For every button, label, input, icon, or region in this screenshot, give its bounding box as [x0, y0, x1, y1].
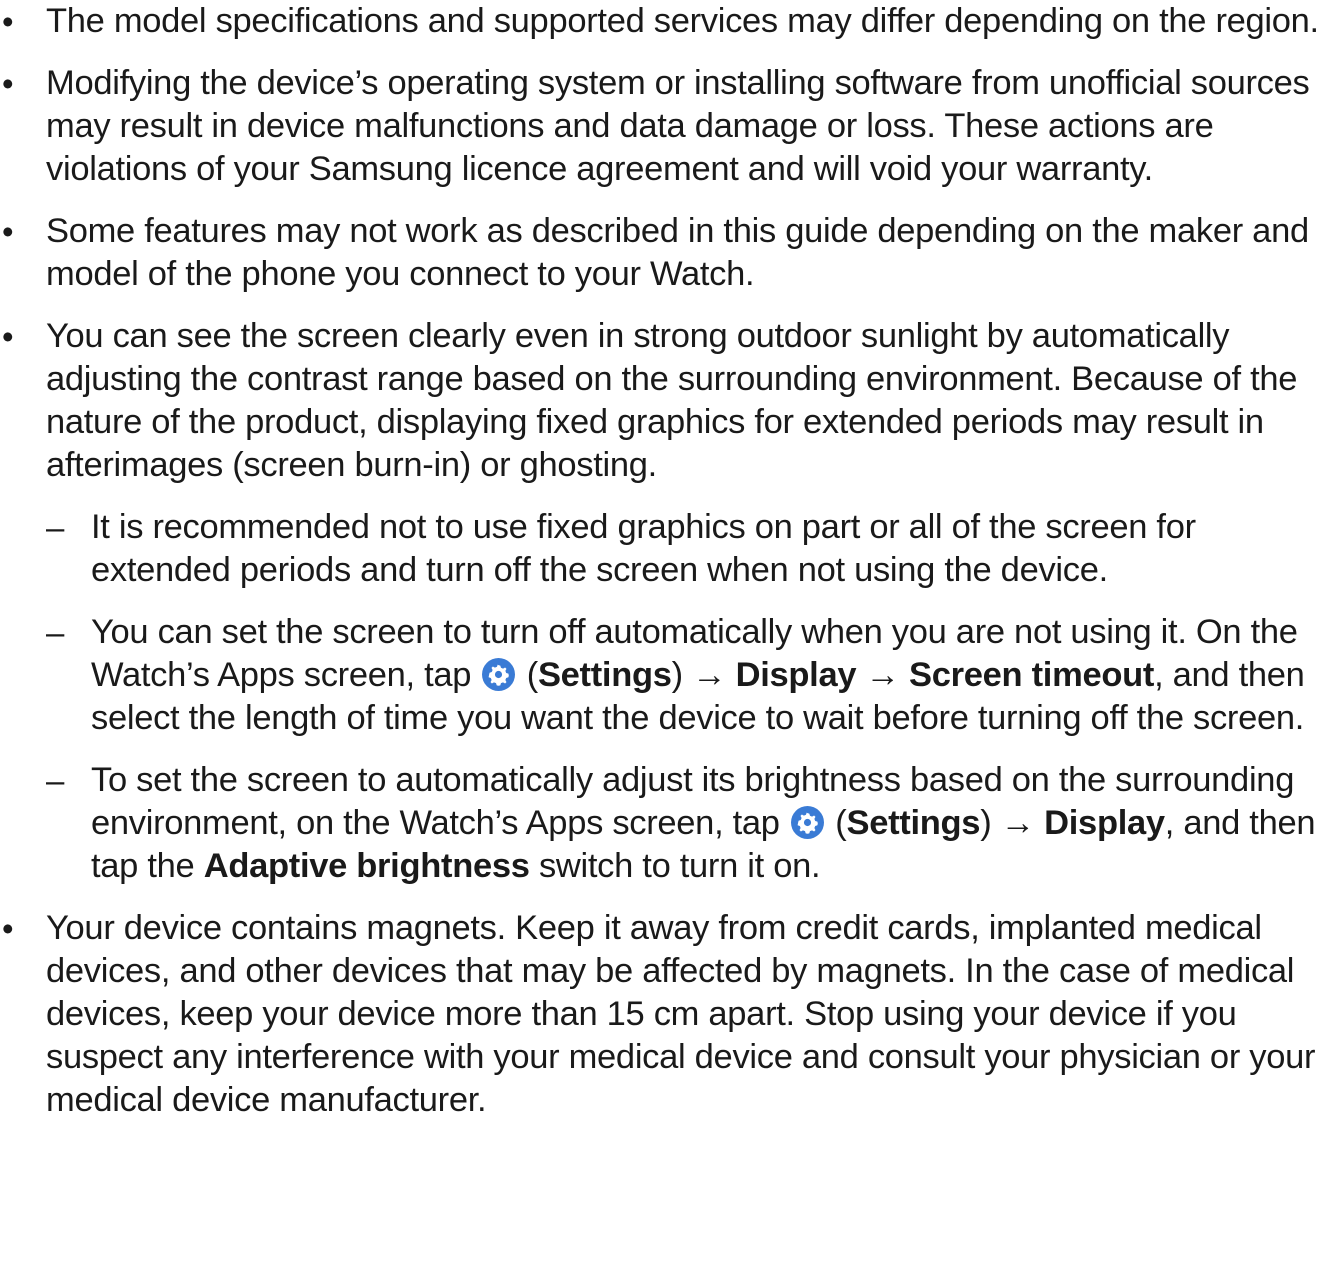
sub-list-item-text: To set the screen to automatically adjus…: [91, 759, 1337, 888]
settings-gear-icon: [791, 806, 824, 839]
notice-list: • The model specifications and supported…: [0, 0, 1339, 1122]
screen-timeout-label: Screen timeout: [909, 656, 1155, 694]
bullet: •: [2, 213, 14, 250]
dash: –: [46, 509, 65, 546]
dash: –: [46, 614, 65, 651]
sub-list-item: – You can set the screen to turn off aut…: [0, 611, 1339, 740]
brightness-text-part3: switch to turn it on.: [529, 847, 821, 885]
settings-label: Settings: [537, 656, 672, 694]
arrow: →: [856, 656, 910, 694]
sub-list-item: – It is recommended not to use fixed gra…: [0, 506, 1339, 592]
list-item-text: Your device contains magnets. Keep it aw…: [46, 909, 1316, 1119]
timeout-open-paren: (: [517, 656, 539, 694]
adaptive-brightness-label: Adaptive brightness: [203, 847, 530, 885]
bullet: •: [2, 910, 14, 947]
list-item-text: You can see the screen clearly even in s…: [46, 317, 1298, 484]
arrow: ) →: [671, 656, 736, 694]
list-item: • Modifying the device’s operating syste…: [0, 62, 1339, 191]
document-page: • The model specifications and supported…: [0, 0, 1339, 1285]
bullet: •: [2, 65, 14, 102]
sub-list-item-text: It is recommended not to use fixed graph…: [91, 508, 1196, 589]
list-item-text: Some features may not work as described …: [46, 212, 1309, 293]
bullet: •: [2, 3, 14, 40]
bullet: •: [2, 318, 14, 355]
brightness-open-paren: (: [826, 804, 847, 842]
dash: –: [46, 762, 65, 799]
list-item: • Some features may not work as describe…: [0, 210, 1339, 296]
list-item: • The model specifications and supported…: [0, 0, 1339, 43]
settings-label: Settings: [846, 804, 981, 842]
sub-list-item-text: You can set the screen to turn off autom…: [91, 611, 1337, 740]
list-item-text: The model specifications and supported s…: [46, 2, 1319, 40]
display-label: Display: [735, 656, 857, 694]
list-item: • You can see the screen clearly even in…: [0, 315, 1339, 487]
list-item-text: Modifying the device’s operating system …: [46, 64, 1310, 188]
sub-list-item: – To set the screen to automatically adj…: [0, 759, 1339, 888]
list-item: • Your device contains magnets. Keep it …: [0, 907, 1339, 1122]
settings-gear-icon: [482, 658, 516, 691]
arrow: ) →: [980, 804, 1045, 842]
display-label: Display: [1044, 804, 1165, 842]
